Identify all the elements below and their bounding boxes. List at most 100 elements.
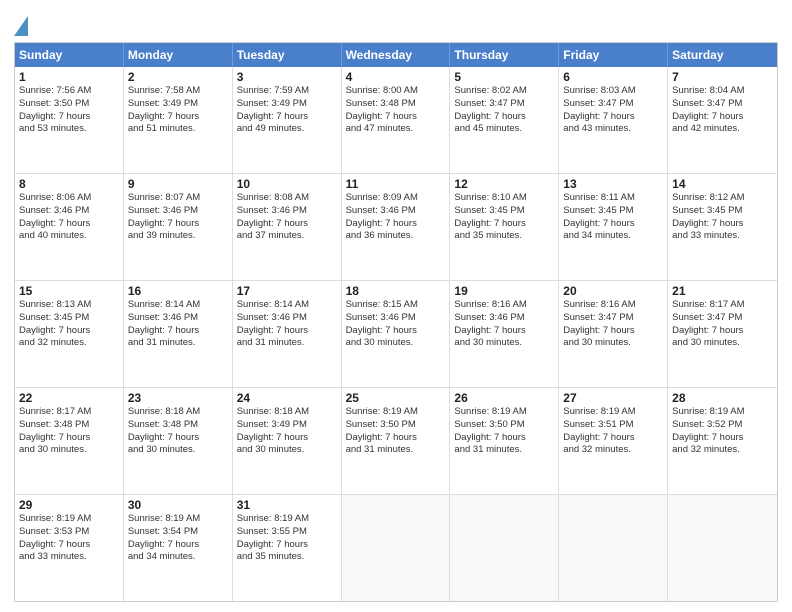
cal-header-thursday: Thursday	[450, 43, 559, 67]
day-number: 23	[128, 391, 228, 405]
cal-week-5: 29Sunrise: 8:19 AMSunset: 3:53 PMDayligh…	[15, 495, 777, 601]
cal-cell: 21Sunrise: 8:17 AMSunset: 3:47 PMDayligh…	[668, 281, 777, 387]
day-number: 12	[454, 177, 554, 191]
page: SundayMondayTuesdayWednesdayThursdayFrid…	[0, 0, 792, 612]
logo	[14, 12, 32, 36]
day-number: 31	[237, 498, 337, 512]
day-number: 25	[346, 391, 446, 405]
day-info: Sunrise: 7:59 AMSunset: 3:49 PMDaylight:…	[237, 85, 337, 136]
day-number: 10	[237, 177, 337, 191]
cal-cell: 7Sunrise: 8:04 AMSunset: 3:47 PMDaylight…	[668, 67, 777, 173]
cal-cell	[668, 495, 777, 601]
cal-cell: 12Sunrise: 8:10 AMSunset: 3:45 PMDayligh…	[450, 174, 559, 280]
cal-cell: 6Sunrise: 8:03 AMSunset: 3:47 PMDaylight…	[559, 67, 668, 173]
day-number: 8	[19, 177, 119, 191]
cal-cell: 5Sunrise: 8:02 AMSunset: 3:47 PMDaylight…	[450, 67, 559, 173]
day-info: Sunrise: 8:06 AMSunset: 3:46 PMDaylight:…	[19, 192, 119, 243]
cal-cell: 28Sunrise: 8:19 AMSunset: 3:52 PMDayligh…	[668, 388, 777, 494]
day-number: 18	[346, 284, 446, 298]
logo-icon	[14, 16, 28, 36]
cal-header-monday: Monday	[124, 43, 233, 67]
day-info: Sunrise: 8:17 AMSunset: 3:48 PMDaylight:…	[19, 406, 119, 457]
day-number: 27	[563, 391, 663, 405]
day-info: Sunrise: 8:11 AMSunset: 3:45 PMDaylight:…	[563, 192, 663, 243]
cal-cell	[559, 495, 668, 601]
day-number: 17	[237, 284, 337, 298]
day-info: Sunrise: 8:17 AMSunset: 3:47 PMDaylight:…	[672, 299, 773, 350]
cal-cell: 15Sunrise: 8:13 AMSunset: 3:45 PMDayligh…	[15, 281, 124, 387]
day-info: Sunrise: 8:08 AMSunset: 3:46 PMDaylight:…	[237, 192, 337, 243]
day-number: 9	[128, 177, 228, 191]
cal-cell: 30Sunrise: 8:19 AMSunset: 3:54 PMDayligh…	[124, 495, 233, 601]
cal-cell	[342, 495, 451, 601]
day-info: Sunrise: 8:15 AMSunset: 3:46 PMDaylight:…	[346, 299, 446, 350]
cal-cell: 24Sunrise: 8:18 AMSunset: 3:49 PMDayligh…	[233, 388, 342, 494]
day-info: Sunrise: 8:10 AMSunset: 3:45 PMDaylight:…	[454, 192, 554, 243]
day-number: 6	[563, 70, 663, 84]
cal-week-2: 8Sunrise: 8:06 AMSunset: 3:46 PMDaylight…	[15, 174, 777, 281]
day-number: 15	[19, 284, 119, 298]
day-info: Sunrise: 8:18 AMSunset: 3:48 PMDaylight:…	[128, 406, 228, 457]
day-info: Sunrise: 8:14 AMSunset: 3:46 PMDaylight:…	[237, 299, 337, 350]
cal-cell: 4Sunrise: 8:00 AMSunset: 3:48 PMDaylight…	[342, 67, 451, 173]
cal-cell: 1Sunrise: 7:56 AMSunset: 3:50 PMDaylight…	[15, 67, 124, 173]
cal-cell: 11Sunrise: 8:09 AMSunset: 3:46 PMDayligh…	[342, 174, 451, 280]
day-info: Sunrise: 8:02 AMSunset: 3:47 PMDaylight:…	[454, 85, 554, 136]
cal-cell: 26Sunrise: 8:19 AMSunset: 3:50 PMDayligh…	[450, 388, 559, 494]
day-info: Sunrise: 8:09 AMSunset: 3:46 PMDaylight:…	[346, 192, 446, 243]
day-number: 22	[19, 391, 119, 405]
cal-cell: 29Sunrise: 8:19 AMSunset: 3:53 PMDayligh…	[15, 495, 124, 601]
day-number: 3	[237, 70, 337, 84]
day-info: Sunrise: 8:12 AMSunset: 3:45 PMDaylight:…	[672, 192, 773, 243]
cal-header-saturday: Saturday	[668, 43, 777, 67]
day-number: 30	[128, 498, 228, 512]
cal-header-wednesday: Wednesday	[342, 43, 451, 67]
day-number: 4	[346, 70, 446, 84]
header	[14, 12, 778, 36]
day-info: Sunrise: 8:19 AMSunset: 3:50 PMDaylight:…	[454, 406, 554, 457]
cal-cell: 31Sunrise: 8:19 AMSunset: 3:55 PMDayligh…	[233, 495, 342, 601]
day-number: 29	[19, 498, 119, 512]
day-info: Sunrise: 8:16 AMSunset: 3:46 PMDaylight:…	[454, 299, 554, 350]
cal-header-friday: Friday	[559, 43, 668, 67]
cal-week-3: 15Sunrise: 8:13 AMSunset: 3:45 PMDayligh…	[15, 281, 777, 388]
cal-cell: 3Sunrise: 7:59 AMSunset: 3:49 PMDaylight…	[233, 67, 342, 173]
day-info: Sunrise: 8:19 AMSunset: 3:54 PMDaylight:…	[128, 513, 228, 564]
day-number: 2	[128, 70, 228, 84]
cal-cell: 8Sunrise: 8:06 AMSunset: 3:46 PMDaylight…	[15, 174, 124, 280]
day-info: Sunrise: 8:18 AMSunset: 3:49 PMDaylight:…	[237, 406, 337, 457]
day-info: Sunrise: 8:00 AMSunset: 3:48 PMDaylight:…	[346, 85, 446, 136]
day-info: Sunrise: 8:03 AMSunset: 3:47 PMDaylight:…	[563, 85, 663, 136]
day-info: Sunrise: 8:04 AMSunset: 3:47 PMDaylight:…	[672, 85, 773, 136]
day-info: Sunrise: 8:19 AMSunset: 3:53 PMDaylight:…	[19, 513, 119, 564]
day-number: 28	[672, 391, 773, 405]
day-number: 1	[19, 70, 119, 84]
cal-cell: 2Sunrise: 7:58 AMSunset: 3:49 PMDaylight…	[124, 67, 233, 173]
cal-cell: 27Sunrise: 8:19 AMSunset: 3:51 PMDayligh…	[559, 388, 668, 494]
day-number: 16	[128, 284, 228, 298]
day-info: Sunrise: 8:19 AMSunset: 3:55 PMDaylight:…	[237, 513, 337, 564]
calendar: SundayMondayTuesdayWednesdayThursdayFrid…	[14, 42, 778, 602]
cal-cell: 23Sunrise: 8:18 AMSunset: 3:48 PMDayligh…	[124, 388, 233, 494]
day-info: Sunrise: 8:13 AMSunset: 3:45 PMDaylight:…	[19, 299, 119, 350]
cal-cell: 18Sunrise: 8:15 AMSunset: 3:46 PMDayligh…	[342, 281, 451, 387]
day-info: Sunrise: 7:56 AMSunset: 3:50 PMDaylight:…	[19, 85, 119, 136]
cal-cell: 16Sunrise: 8:14 AMSunset: 3:46 PMDayligh…	[124, 281, 233, 387]
day-number: 26	[454, 391, 554, 405]
cal-cell: 20Sunrise: 8:16 AMSunset: 3:47 PMDayligh…	[559, 281, 668, 387]
cal-cell: 25Sunrise: 8:19 AMSunset: 3:50 PMDayligh…	[342, 388, 451, 494]
day-number: 11	[346, 177, 446, 191]
day-info: Sunrise: 8:16 AMSunset: 3:47 PMDaylight:…	[563, 299, 663, 350]
day-number: 7	[672, 70, 773, 84]
cal-cell: 9Sunrise: 8:07 AMSunset: 3:46 PMDaylight…	[124, 174, 233, 280]
day-number: 13	[563, 177, 663, 191]
day-number: 21	[672, 284, 773, 298]
cal-header-tuesday: Tuesday	[233, 43, 342, 67]
cal-cell: 14Sunrise: 8:12 AMSunset: 3:45 PMDayligh…	[668, 174, 777, 280]
day-info: Sunrise: 7:58 AMSunset: 3:49 PMDaylight:…	[128, 85, 228, 136]
cal-cell: 13Sunrise: 8:11 AMSunset: 3:45 PMDayligh…	[559, 174, 668, 280]
day-info: Sunrise: 8:19 AMSunset: 3:51 PMDaylight:…	[563, 406, 663, 457]
calendar-body: 1Sunrise: 7:56 AMSunset: 3:50 PMDaylight…	[15, 67, 777, 601]
day-number: 20	[563, 284, 663, 298]
day-info: Sunrise: 8:14 AMSunset: 3:46 PMDaylight:…	[128, 299, 228, 350]
